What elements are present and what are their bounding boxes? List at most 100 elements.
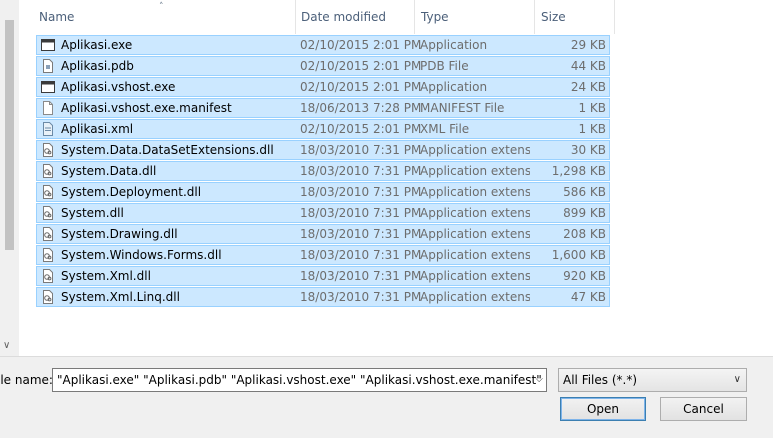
file-type: Application extens... bbox=[420, 206, 530, 220]
file-size: 1 KB bbox=[578, 101, 606, 115]
file-size: 24 KB bbox=[570, 80, 606, 94]
column-divider[interactable] bbox=[295, 0, 296, 34]
scrollbar-thumb[interactable] bbox=[5, 20, 14, 250]
column-divider[interactable] bbox=[614, 0, 615, 34]
application-exe-icon bbox=[41, 80, 55, 94]
file-type: Application bbox=[420, 38, 488, 52]
file-type-select[interactable]: All Files (*.*) ∨ bbox=[558, 368, 747, 392]
file-type: Application extens... bbox=[420, 269, 530, 283]
chevron-down-icon[interactable]: ∨ bbox=[734, 369, 741, 391]
file-row[interactable]: System.Deployment.dll 18/03/2010 7:31 PM A… bbox=[36, 182, 610, 202]
file-size: 586 KB bbox=[563, 185, 606, 199]
file-name: Aplikasi.vshost.exe.manifest bbox=[61, 101, 232, 115]
column-header-name[interactable]: Name bbox=[39, 0, 299, 34]
file-size: 29 KB bbox=[570, 38, 606, 52]
file-size: 1,600 KB bbox=[551, 248, 606, 262]
file-date-modified: 18/03/2010 7:31 PM bbox=[300, 185, 422, 199]
file-row[interactable]: Aplikasi.xml 02/10/2015 2:01 PM XML File 1 … bbox=[36, 119, 610, 139]
column-divider[interactable] bbox=[534, 0, 535, 34]
file-size: 1 KB bbox=[578, 122, 606, 136]
file-row[interactable]: System.dll 18/03/2010 7:31 PM Application … bbox=[36, 203, 610, 223]
file-date-modified: 18/03/2010 7:31 PM bbox=[300, 290, 422, 304]
file-name: System.Xml.Linq.dll bbox=[61, 290, 180, 304]
file-row[interactable]: System.Xml.dll 18/03/2010 7:31 PM Applicat… bbox=[36, 266, 610, 286]
blank-file-icon bbox=[41, 101, 55, 115]
window-bottom-edge bbox=[0, 438, 773, 444]
file-type: Application bbox=[420, 80, 488, 94]
filename-input[interactable]: "Aplikasi.exe" "Aplikasi.pdb" "Aplikasi.… bbox=[52, 368, 547, 392]
file-type: Application extens... bbox=[420, 248, 530, 262]
file-type: Application extens... bbox=[420, 164, 530, 178]
file-row[interactable]: Aplikasi.exe 02/10/2015 2:01 PM Applicatio… bbox=[36, 35, 610, 55]
file-row[interactable]: System.Windows.Forms.dll 18/03/2010 7:31 … bbox=[36, 245, 610, 265]
pdb-file-icon bbox=[41, 59, 55, 73]
file-type: Application extens... bbox=[420, 185, 530, 199]
file-size: 47 KB bbox=[570, 290, 606, 304]
column-divider[interactable] bbox=[414, 0, 415, 34]
file-row[interactable]: System.Xml.Linq.dll 18/03/2010 7:31 PM App… bbox=[36, 287, 610, 307]
file-name: System.dll bbox=[61, 206, 124, 220]
file-row[interactable]: System.Data.DataSetExtensions.dll 18/03/2… bbox=[36, 140, 610, 160]
dll-file-icon bbox=[41, 143, 55, 157]
file-name: System.Windows.Forms.dll bbox=[61, 248, 222, 262]
file-type: Application extens... bbox=[420, 290, 530, 304]
dll-file-icon bbox=[41, 227, 55, 241]
file-size: 1,298 KB bbox=[551, 164, 606, 178]
file-row[interactable]: System.Drawing.dll 18/03/2010 7:31 PM Appl… bbox=[36, 224, 610, 244]
file-name: Aplikasi.pdb bbox=[61, 59, 134, 73]
file-name: System.Drawing.dll bbox=[61, 227, 178, 241]
dll-file-icon bbox=[41, 185, 55, 199]
column-header-row: ˄ Name Date modified Type Size bbox=[19, 0, 773, 34]
file-row[interactable]: System.Data.dll 18/03/2010 7:31 PM Applica… bbox=[36, 161, 610, 181]
file-type-value: All Files (*.*) bbox=[563, 373, 638, 387]
file-name: Aplikasi.exe bbox=[61, 38, 133, 52]
file-date-modified: 02/10/2015 2:01 PM bbox=[300, 38, 422, 52]
file-name: System.Xml.dll bbox=[61, 269, 151, 283]
file-date-modified: 18/03/2010 7:31 PM bbox=[300, 206, 422, 220]
file-type: Application extens... bbox=[420, 143, 530, 157]
scroll-down-arrow-icon[interactable]: ∨ bbox=[3, 340, 10, 351]
dll-file-icon bbox=[41, 290, 55, 304]
file-name: System.Data.DataSetExtensions.dll bbox=[61, 143, 274, 157]
file-date-modified: 18/03/2010 7:31 PM bbox=[300, 164, 422, 178]
file-date-modified: 02/10/2015 2:01 PM bbox=[300, 80, 422, 94]
file-size: 920 KB bbox=[563, 269, 606, 283]
file-date-modified: 02/10/2015 2:01 PM bbox=[300, 122, 422, 136]
file-name: Aplikasi.vshost.exe bbox=[61, 80, 176, 94]
file-rows: Aplikasi.exe 02/10/2015 2:01 PM Applicatio… bbox=[36, 35, 610, 308]
dll-file-icon bbox=[41, 164, 55, 178]
column-header-type[interactable]: Type bbox=[421, 0, 531, 34]
vertical-scrollbar[interactable]: ∨ bbox=[0, 0, 19, 356]
column-header-date-modified[interactable]: Date modified bbox=[301, 0, 411, 34]
file-size: 899 KB bbox=[563, 206, 606, 220]
file-type: MANIFEST File bbox=[420, 101, 505, 115]
open-button[interactable]: Open bbox=[560, 397, 646, 421]
file-name: System.Data.dll bbox=[61, 164, 157, 178]
file-size: 44 KB bbox=[570, 59, 606, 73]
file-row[interactable]: Aplikasi.vshost.exe 02/10/2015 2:01 PM App… bbox=[36, 77, 610, 97]
file-name: Aplikasi.xml bbox=[61, 122, 134, 136]
file-size: 208 KB bbox=[563, 227, 606, 241]
file-type: Application extens... bbox=[420, 227, 530, 241]
file-date-modified: 18/03/2010 7:31 PM bbox=[300, 269, 422, 283]
filename-label: ile name: bbox=[0, 373, 53, 387]
application-exe-icon bbox=[41, 38, 55, 52]
file-row[interactable]: Aplikasi.vshost.exe.manifest 18/06/2013 7… bbox=[36, 98, 610, 118]
chevron-down-icon[interactable]: ⌵ bbox=[535, 369, 543, 391]
file-date-modified: 18/03/2010 7:31 PM bbox=[300, 143, 422, 157]
file-date-modified: 02/10/2015 2:01 PM bbox=[300, 59, 422, 73]
file-type: XML File bbox=[420, 122, 470, 136]
file-date-modified: 18/03/2010 7:31 PM bbox=[300, 227, 422, 241]
file-size: 30 KB bbox=[570, 143, 606, 157]
dll-file-icon bbox=[41, 269, 55, 283]
file-date-modified: 18/06/2013 7:28 PM bbox=[300, 101, 422, 115]
file-list: ˄ Name Date modified Type Size Aplikasi.… bbox=[19, 0, 773, 356]
file-row[interactable]: Aplikasi.pdb 02/10/2015 2:01 PM PDB File 44… bbox=[36, 56, 610, 76]
filename-value: "Aplikasi.exe" "Aplikasi.pdb" "Aplikasi.… bbox=[57, 373, 547, 387]
xml-file-icon bbox=[41, 122, 55, 136]
file-name: System.Deployment.dll bbox=[61, 185, 202, 199]
dll-file-icon bbox=[41, 248, 55, 262]
file-date-modified: 18/03/2010 7:31 PM bbox=[300, 248, 422, 262]
cancel-button[interactable]: Cancel bbox=[660, 397, 747, 421]
column-header-size[interactable]: Size bbox=[541, 0, 611, 34]
